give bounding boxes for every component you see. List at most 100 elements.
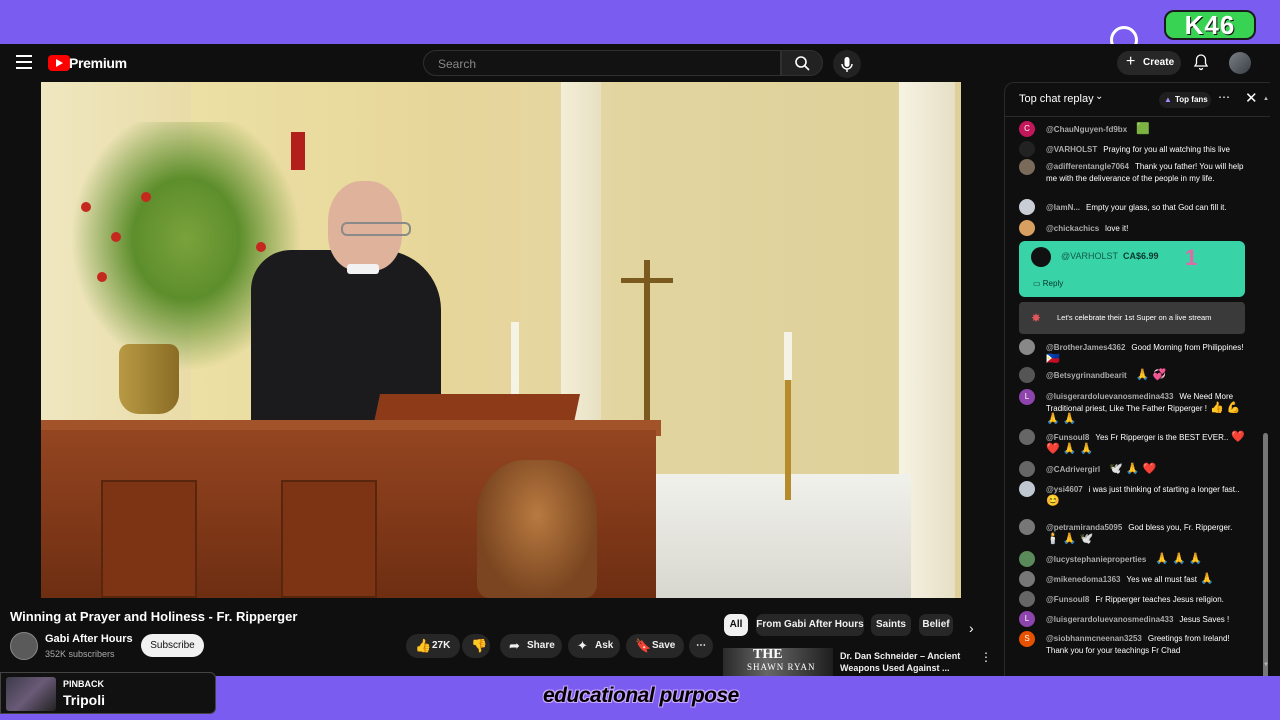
chat-message-body: @Funsoul8 Fr Ripperger teaches Jesus reli… <box>1046 594 1246 606</box>
chevron-right-icon[interactable]: › <box>969 620 974 636</box>
chat-author[interactable]: @luisgerardoluevanosmedina433 <box>1046 615 1173 624</box>
video-red-candle <box>291 132 305 170</box>
avatar[interactable] <box>1019 199 1035 215</box>
chat-author[interactable]: @Funsoul8 <box>1046 595 1089 604</box>
scrollbar-thumb[interactable] <box>1263 433 1268 676</box>
super-chat[interactable]: @VARHOLST CA$6.99 1 ▭ Reply <box>1019 241 1245 297</box>
video-player[interactable] <box>41 82 961 598</box>
voice-search-button[interactable] <box>833 50 861 78</box>
chevron-down-icon[interactable]: ⌄ <box>1095 91 1103 102</box>
avatar[interactable] <box>1019 141 1035 157</box>
channel-name[interactable]: Gabi After Hours <box>45 633 133 645</box>
search-button[interactable] <box>781 50 823 76</box>
chat-author[interactable]: @BrotherJames4362 <box>1046 343 1125 352</box>
subscriber-count: 352K subscribers <box>45 649 115 659</box>
search-input[interactable]: Search <box>423 50 781 76</box>
more-actions-button[interactable]: ⋯ <box>689 634 713 658</box>
chat-header: Top chat replay ⌄ ▲ Top fans ⋯ ✕ <box>1005 83 1270 117</box>
chat-mode-selector[interactable]: Top chat replay <box>1019 93 1094 105</box>
chip-from-channel[interactable]: From Gabi After Hours <box>756 614 864 636</box>
chat-author[interactable]: @VARHOLST <box>1046 145 1097 154</box>
chip-saints[interactable]: Saints <box>871 614 911 636</box>
recommended-title[interactable]: Dr. Dan Schneider – Ancient Weapons Used… <box>840 650 970 674</box>
avatar[interactable]: C <box>1019 121 1035 137</box>
chat-message-body: @adifferentangle7064 Thank you father! Yo… <box>1046 162 1246 184</box>
chat-author[interactable]: @ChauNguyen-fd9bx <box>1046 125 1127 134</box>
chat-author[interactable]: @siobhanmcneenan3253 <box>1046 634 1142 643</box>
dislike-button[interactable]: 👎 <box>462 634 490 658</box>
recommended-thumbnail[interactable]: THE SHAWN RYAN <box>723 648 833 676</box>
avatar[interactable] <box>1019 339 1035 355</box>
chat-author[interactable]: @petramiranda5095 <box>1046 523 1122 532</box>
chat-author[interactable]: @IamN... <box>1046 203 1080 212</box>
avatar[interactable] <box>1019 429 1035 445</box>
avatar[interactable] <box>1019 461 1035 477</box>
close-icon[interactable]: ✕ <box>1245 89 1258 107</box>
avatar[interactable] <box>1019 481 1035 497</box>
share-button[interactable]: ➦ Share <box>500 634 562 658</box>
reply-button[interactable]: ▭ Reply <box>1033 279 1063 288</box>
bell-icon[interactable] <box>1193 53 1209 71</box>
chat-author[interactable]: @ysi4607 <box>1046 485 1083 494</box>
ask-button[interactable]: ✦ Ask <box>568 634 620 658</box>
overlay-top-strip <box>0 0 1280 40</box>
more-vert-icon[interactable]: ⋮ <box>980 650 992 664</box>
avatar[interactable] <box>1019 571 1035 587</box>
avatar[interactable]: L <box>1019 611 1035 627</box>
chat-message-body: @lucystephanieproperties 🙏 🙏 🙏 <box>1046 554 1246 566</box>
save-button[interactable]: 🔖 Save <box>626 634 684 658</box>
party-icon: ✸ <box>1031 311 1042 325</box>
top-fans-icon: ▲ <box>1164 95 1172 104</box>
chip-belief[interactable]: Belief <box>919 614 953 636</box>
chat-message-body: @BrotherJames4362 Good Morning from Phili… <box>1046 342 1246 365</box>
chat-message-body: @IamN... Empty your glass, so that God ca… <box>1046 202 1246 214</box>
chip-all[interactable]: All <box>724 614 748 636</box>
chat-author[interactable]: @chickachics <box>1046 224 1099 233</box>
create-button[interactable]: + Create <box>1117 51 1181 75</box>
super-chat-sticker: 1 <box>1185 245 1198 270</box>
brand-label[interactable]: Premium <box>69 55 127 71</box>
video-candle <box>784 332 792 380</box>
menu-icon[interactable] <box>16 55 32 69</box>
avatar[interactable] <box>1229 52 1251 74</box>
avatar[interactable] <box>1019 367 1035 383</box>
stream-frame: K46 Premium Search + Create Winning at P… <box>0 0 1280 720</box>
more-horiz-icon[interactable]: ⋯ <box>1218 90 1230 104</box>
chat-author[interactable]: @mikenedoma1363 <box>1046 575 1121 584</box>
avatar[interactable] <box>1019 551 1035 567</box>
chat-text: Yes we all must fast <box>1126 575 1197 584</box>
avatar[interactable] <box>1019 159 1035 175</box>
channel-avatar[interactable] <box>10 632 38 660</box>
avatar[interactable]: L <box>1019 389 1035 405</box>
video-flower <box>111 232 121 242</box>
avatar[interactable] <box>1019 220 1035 236</box>
bookmark-icon: 🔖 <box>635 638 652 653</box>
scroll-up-icon[interactable]: ▲ <box>1263 96 1269 102</box>
chat-message-list: @VARHOLST CA$6.99 1 ▭ Reply ✸ Let's cele… <box>1005 117 1263 676</box>
chat-message-body: @luisgerardoluevanosmedina433 We Need Mor… <box>1046 392 1246 426</box>
chat-author[interactable]: @adifferentangle7064 <box>1046 162 1129 171</box>
chat-author[interactable]: @Funsoul8 <box>1046 433 1089 442</box>
chat-message-body: @ysi4607 i was just thinking of starting … <box>1046 484 1246 507</box>
like-button[interactable]: 👍 27K <box>406 634 460 658</box>
celebration-text: Let's celebrate their 1st Super on a liv… <box>1057 313 1212 322</box>
youtube-logo-icon[interactable] <box>48 55 70 71</box>
now-playing-thumbnail <box>6 677 56 711</box>
chat-author[interactable]: @Betsygrinandbearit <box>1046 371 1127 380</box>
top-fans-button[interactable]: ▲ Top fans <box>1159 92 1211 108</box>
subscribe-button[interactable]: Subscribe <box>141 634 204 657</box>
scroll-down-icon[interactable]: ▼ <box>1263 662 1269 668</box>
chat-message-body: @CAdrivergirl 🕊️ 🙏 ❤️ <box>1046 464 1246 476</box>
chat-author[interactable]: @CAdrivergirl <box>1046 465 1100 474</box>
channel-badge: K46 <box>1164 10 1256 40</box>
chat-emoji: 🟩 <box>1133 123 1150 135</box>
avatar[interactable] <box>1019 519 1035 535</box>
reply-label: Reply <box>1042 279 1064 288</box>
avatar[interactable] <box>1019 591 1035 607</box>
video-altar <box>611 474 911 598</box>
thumbs-down-icon: 👎 <box>471 638 488 653</box>
avatar[interactable]: S <box>1019 631 1035 647</box>
chat-author[interactable]: @luisgerardoluevanosmedina433 <box>1046 392 1173 401</box>
save-label: Save <box>652 640 676 651</box>
chat-author[interactable]: @lucystephanieproperties <box>1046 555 1146 564</box>
